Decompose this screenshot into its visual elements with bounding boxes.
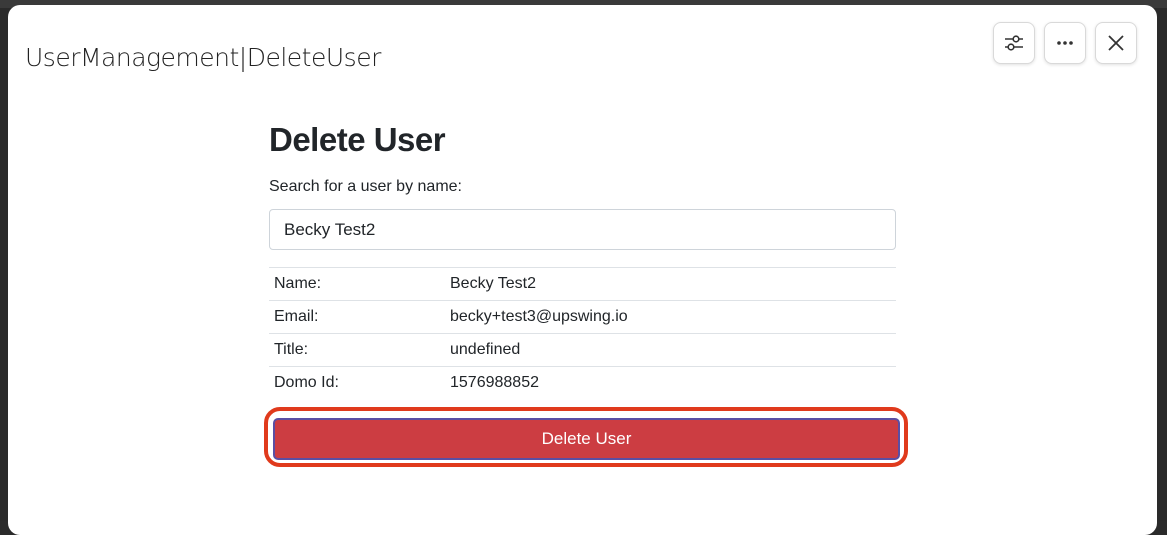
sliders-icon bbox=[1005, 35, 1023, 51]
domo-id-label: Domo Id: bbox=[269, 366, 445, 399]
delete-button-highlight: Delete User bbox=[264, 407, 908, 467]
modal-title: UserManagement|DeleteUser bbox=[25, 43, 381, 72]
header-actions bbox=[993, 22, 1137, 64]
delete-user-button[interactable]: Delete User bbox=[273, 418, 900, 460]
more-options-button[interactable] bbox=[1044, 22, 1086, 64]
name-value: Becky Test2 bbox=[445, 267, 896, 301]
name-label: Name: bbox=[269, 267, 445, 301]
user-details-table: Name: Becky Test2 Email: becky+test3@ups… bbox=[269, 267, 896, 399]
email-label: Email: bbox=[269, 300, 445, 334]
title-label: Title: bbox=[269, 333, 445, 367]
delete-user-form: Delete User Search for a user by name: N… bbox=[269, 115, 896, 399]
page-heading: Delete User bbox=[269, 121, 446, 158]
table-row: Name: Becky Test2 bbox=[269, 267, 896, 301]
table-row: Domo Id: 1576988852 bbox=[269, 366, 896, 399]
close-icon bbox=[1108, 35, 1124, 51]
table-row: Title: undefined bbox=[269, 333, 896, 367]
search-label: Search for a user by name: bbox=[269, 178, 462, 195]
more-horizontal-icon bbox=[1057, 41, 1073, 45]
user-search-input[interactable] bbox=[269, 209, 896, 250]
close-button[interactable] bbox=[1095, 22, 1137, 64]
email-value: becky+test3@upswing.io bbox=[445, 300, 896, 334]
table-row: Email: becky+test3@upswing.io bbox=[269, 300, 896, 334]
title-value: undefined bbox=[445, 333, 896, 367]
domo-id-value: 1576988852 bbox=[445, 366, 896, 399]
modal-dialog: UserManagement|DeleteUser Delete User Se… bbox=[8, 5, 1157, 535]
settings-button[interactable] bbox=[993, 22, 1035, 64]
